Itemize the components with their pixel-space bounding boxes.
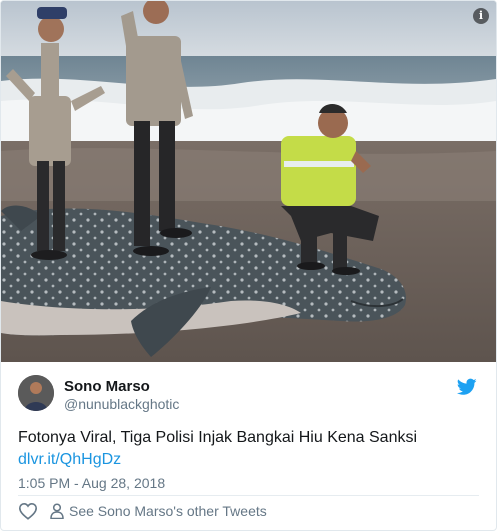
author-handle[interactable]: @nunublackghotic (64, 396, 179, 412)
other-tweets-label: See Sono Marso's other Tweets (69, 503, 267, 519)
heart-icon[interactable] (18, 502, 38, 520)
author-name[interactable]: Sono Marso (64, 378, 150, 395)
other-tweets-link[interactable]: See Sono Marso's other Tweets (50, 503, 267, 519)
photo-illustration (1, 1, 496, 362)
divider (18, 495, 479, 496)
info-icon[interactable]: i (473, 8, 489, 24)
tweet-timestamp[interactable]: 1:05 PM - Aug 28, 2018 (18, 475, 165, 491)
tweet-link[interactable]: dlvr.it/QhHgDz (18, 451, 121, 469)
twitter-bird-icon[interactable] (457, 378, 477, 396)
tweet-actions: See Sono Marso's other Tweets (18, 501, 267, 521)
tweet-photo[interactable]: i (1, 1, 496, 362)
avatar-image (18, 375, 54, 411)
tweet-header: Sono Marso @nunublackghotic (18, 375, 479, 415)
embedded-tweet-card: i Sono Marso @nunublackghotic Fotonya Vi… (0, 0, 497, 531)
person-icon (50, 503, 64, 519)
tweet-text: Fotonya Viral, Tiga Polisi Injak Bangkai… (18, 429, 418, 446)
avatar[interactable] (18, 375, 54, 411)
